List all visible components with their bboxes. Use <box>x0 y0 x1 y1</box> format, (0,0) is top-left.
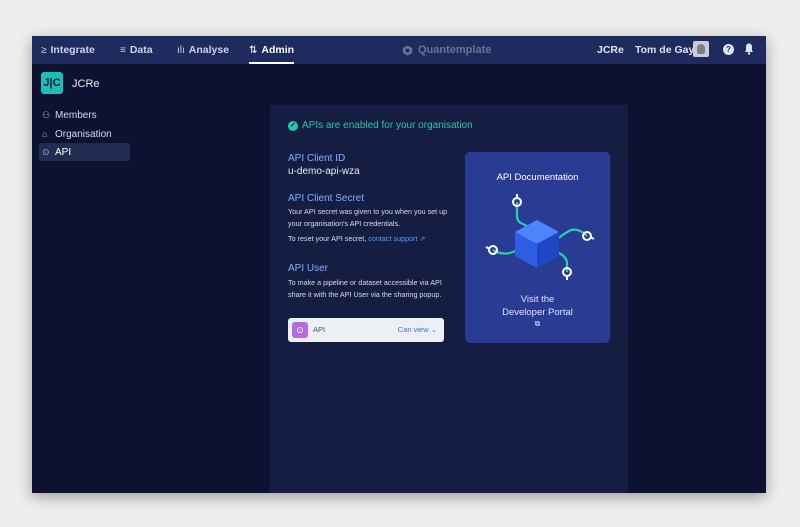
sidebar-item-organisation[interactable]: ⌂ Organisation <box>39 125 130 143</box>
api-client-id-value: u-demo-api-wza <box>288 166 360 177</box>
api-secret-reset: To reset your API secret, contact suppor… <box>288 233 463 245</box>
nav-admin-label: Admin <box>261 44 295 56</box>
api-user-share-row: ⊙ API Can view ⌄ <box>288 318 444 342</box>
admin-icon: ⇅ <box>249 44 258 56</box>
api-user-icon: ⊙ <box>292 322 308 338</box>
org-logo: J|C <box>41 72 63 94</box>
sidebar: J|C JCRe ⚇ Members ⌂ Organisation ⊙ API <box>32 64 132 493</box>
quantemplate-logo-icon <box>402 44 413 56</box>
check-circle-icon: ✓ <box>288 120 298 131</box>
visit-line-1: Visit the <box>520 294 555 305</box>
sidebar-item-label: Members <box>55 109 97 121</box>
nav-integrate[interactable]: ≥ Integrate <box>41 36 95 64</box>
sidebar-item-members[interactable]: ⚇ Members <box>39 106 130 124</box>
contact-support-link[interactable]: contact support <box>368 234 417 243</box>
nav-data-label: Data <box>129 44 153 56</box>
app-window: ≥ Integrate ≡ Data ılı Analyse ⇅ Admin Q… <box>32 36 766 493</box>
sidebar-item-label: API <box>55 146 72 158</box>
top-navigation-bar: ≥ Integrate ≡ Data ılı Analyse ⇅ Admin Q… <box>32 36 766 64</box>
nav-integrate-label: Integrate <box>50 44 95 56</box>
organisation-icon: ⌂ <box>42 129 48 139</box>
nav-admin[interactable]: ⇅ Admin <box>249 36 295 64</box>
user-name[interactable]: Tom de Gay <box>635 36 694 64</box>
external-link-icon: ⇗ <box>419 234 426 243</box>
brand-name: Quantemplate <box>418 44 492 56</box>
api-client-secret-title: API Client Secret <box>288 193 365 204</box>
nav-analyse[interactable]: ılı Analyse <box>177 36 229 64</box>
api-secret-description: Your API secret was given to you when yo… <box>288 207 448 228</box>
data-icon: ≡ <box>120 44 126 56</box>
developer-portal-link[interactable]: Visit the Developer Portal <box>465 293 610 319</box>
reset-prefix: To reset your API secret, <box>288 234 367 243</box>
api-icon: ⊙ <box>42 146 50 157</box>
share-user-label: API <box>313 325 326 334</box>
help-icon[interactable]: ? <box>723 44 734 55</box>
api-status: ✓ APIs are enabled for your organisation <box>288 120 473 131</box>
external-link-icon: ⧉ <box>534 319 541 328</box>
sidebar-item-label: Organisation <box>55 128 112 140</box>
api-cube-illustration <box>485 194 595 280</box>
org-switcher[interactable]: JCRe <box>597 36 624 64</box>
nav-data[interactable]: ≡ Data <box>120 36 153 64</box>
api-documentation-title: API Documentation <box>496 172 579 183</box>
integrate-icon: ≥ <box>41 44 47 56</box>
api-documentation-card[interactable]: API Documentation Visit the Developer Po… <box>465 152 610 343</box>
analyse-icon: ılı <box>177 44 185 56</box>
members-icon: ⚇ <box>42 109 51 120</box>
api-client-id-title: API Client ID <box>288 153 346 164</box>
bell-icon[interactable] <box>744 43 754 55</box>
sidebar-item-api[interactable]: ⊙ API <box>39 143 130 161</box>
nav-analyse-label: Analyse <box>188 44 230 56</box>
visit-line-2: Developer Portal <box>502 307 573 318</box>
avatar[interactable] <box>693 41 709 57</box>
api-status-text: APIs are enabled for your organisation <box>302 120 473 131</box>
permission-dropdown[interactable]: Can view ⌄ <box>398 325 437 334</box>
brand-logo[interactable]: Quantemplate <box>402 36 491 64</box>
org-name: JCRe <box>72 78 100 90</box>
api-user-description: To make a pipeline or dataset accessible… <box>288 278 442 299</box>
api-user-title: API User <box>288 263 329 274</box>
api-settings-panel: ✓ APIs are enabled for your organisation… <box>270 105 628 493</box>
